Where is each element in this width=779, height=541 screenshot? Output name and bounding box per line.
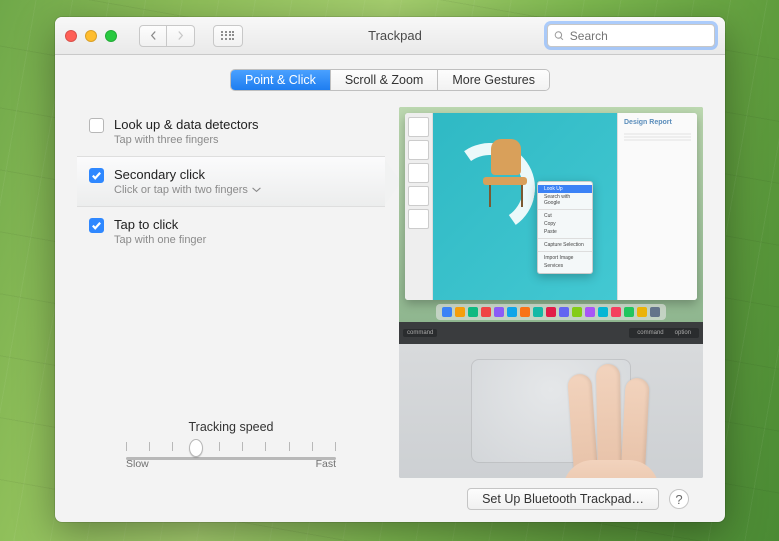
tracking-speed-section: Tracking speed Slow Fast xyxy=(77,420,385,470)
back-button[interactable] xyxy=(139,25,167,47)
prefs-window: Trackpad Point & ClickScroll & ZoomMore … xyxy=(55,17,725,522)
slider-thumb[interactable] xyxy=(189,439,203,457)
option-checkbox[interactable] xyxy=(89,118,104,133)
main-row: Look up & data detectors Tap with three f… xyxy=(77,107,703,478)
option-title: Look up & data detectors xyxy=(114,117,259,132)
content: Point & ClickScroll & ZoomMore Gestures … xyxy=(55,55,725,522)
minimize-window-button[interactable] xyxy=(85,30,97,42)
window-title: Trackpad xyxy=(251,28,539,43)
option-title: Secondary click xyxy=(114,167,261,182)
option-subtitle[interactable]: Click or tap with two fingers xyxy=(114,184,261,196)
dock xyxy=(436,304,666,320)
hand-illustration xyxy=(557,346,667,478)
tab-bar: Point & ClickScroll & ZoomMore Gestures xyxy=(230,69,550,91)
chevron-down-icon xyxy=(252,187,261,193)
setup-bluetooth-button[interactable]: Set Up Bluetooth Trackpad… xyxy=(467,488,659,510)
zoom-window-button[interactable] xyxy=(105,30,117,42)
search-input[interactable] xyxy=(570,29,708,43)
tracking-speed-slider[interactable] xyxy=(126,442,336,454)
tab-point-click[interactable]: Point & Click xyxy=(231,70,331,90)
option-row[interactable]: Look up & data detectors Tap with three f… xyxy=(77,107,385,156)
forward-button[interactable] xyxy=(167,25,195,47)
nav-group xyxy=(139,25,195,47)
option-row[interactable]: Tap to click Tap with one finger xyxy=(77,207,385,256)
titlebar: Trackpad xyxy=(55,17,725,55)
option-checkbox[interactable] xyxy=(89,218,104,233)
close-window-button[interactable] xyxy=(65,30,77,42)
options-column: Look up & data detectors Tap with three f… xyxy=(77,107,385,478)
tab-more-gestures[interactable]: More Gestures xyxy=(438,70,549,90)
option-subtitle: Tap with one finger xyxy=(114,234,206,246)
bottom-bar: Set Up Bluetooth Trackpad… ? xyxy=(77,478,703,510)
grid-icon xyxy=(221,31,235,41)
preview-trackpad xyxy=(399,344,703,478)
search-icon xyxy=(554,30,565,42)
search-field[interactable] xyxy=(547,24,715,47)
preview-keys: command command option xyxy=(399,322,703,344)
preview-screen: Design Report Look UpSearch with GoogleC… xyxy=(399,107,703,322)
tab-scroll-zoom[interactable]: Scroll & Zoom xyxy=(331,70,439,90)
context-menu: Look UpSearch with GoogleCutCopyPasteCap… xyxy=(537,181,593,274)
gesture-preview: Design Report Look UpSearch with GoogleC… xyxy=(399,107,703,478)
traffic-lights xyxy=(65,30,117,42)
option-checkbox[interactable] xyxy=(89,168,104,183)
tracking-speed-label: Tracking speed xyxy=(77,420,385,434)
option-row[interactable]: Secondary click Click or tap with two fin… xyxy=(77,156,385,207)
show-all-button[interactable] xyxy=(213,25,243,47)
option-title: Tap to click xyxy=(114,217,206,232)
option-subtitle: Tap with three fingers xyxy=(114,134,259,146)
help-button[interactable]: ? xyxy=(669,489,689,509)
